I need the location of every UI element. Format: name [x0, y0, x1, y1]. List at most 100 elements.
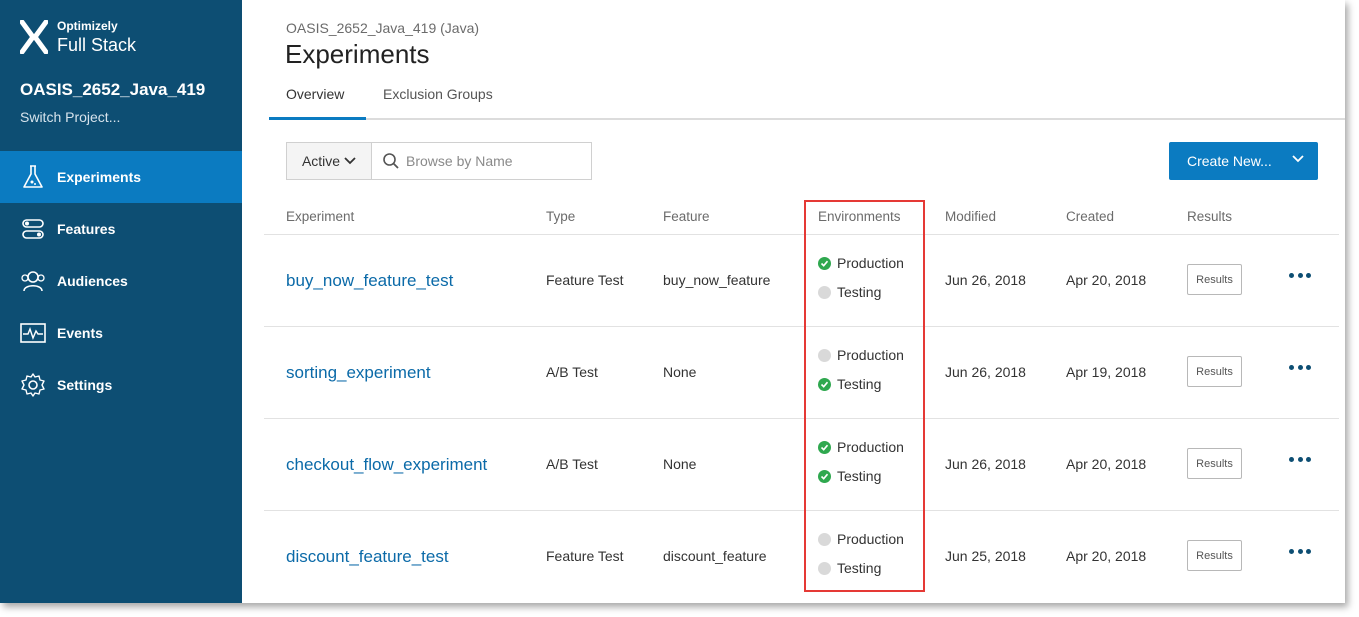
brand-logo[interactable]: Optimizely Full Stack [20, 20, 136, 54]
sidebar-item-audiences[interactable]: Audiences [0, 255, 242, 307]
project-name: OASIS_2652_Java_419 [20, 80, 206, 99]
experiment-feature: discount_feature [663, 548, 767, 564]
created-date: Apr 20, 2018 [1066, 548, 1147, 564]
column-header-experiment[interactable]: Experiment [286, 209, 354, 224]
experiment-name-link[interactable]: buy_now_feature_test [286, 271, 453, 291]
results-button[interactable]: Results [1187, 448, 1242, 479]
column-header-modified[interactable]: Modified [945, 209, 996, 224]
search-box [372, 142, 592, 180]
app-window: Optimizely Full Stack OASIS_2652_Java_41… [0, 0, 1345, 603]
modified-date: Jun 26, 2018 [945, 272, 1026, 288]
experiment-name-link[interactable]: checkout_flow_experiment [286, 455, 487, 475]
gear-icon [19, 372, 46, 399]
optimizely-logo-icon [20, 20, 48, 54]
check-circle-icon [818, 256, 831, 270]
sidebar-item-label: Experiments [57, 169, 142, 185]
status-filter-dropdown[interactable]: Active [286, 142, 372, 180]
table-row: checkout_flow_experiment A/B Test None P… [264, 419, 1339, 511]
page-title: Experiments [285, 39, 430, 69]
sidebar-item-settings[interactable]: Settings [0, 359, 242, 411]
column-header-type[interactable]: Type [546, 209, 575, 224]
created-date: Apr 20, 2018 [1066, 456, 1147, 472]
create-new-label: Create New... [1187, 153, 1272, 169]
experiment-name-link[interactable]: sorting_experiment [286, 363, 431, 383]
environment-label: Production [837, 531, 904, 547]
experiment-type: Feature Test [546, 272, 624, 288]
experiment-type: A/B Test [546, 456, 598, 472]
environment-status: Testing [818, 284, 881, 300]
tab-bar: Overview Exclusion Groups [269, 80, 1345, 120]
inactive-dot-icon [818, 348, 831, 362]
chevron-down-icon [344, 157, 356, 165]
table-header: Experiment Type Feature Environments Mod… [264, 200, 1339, 235]
sidebar: Optimizely Full Stack OASIS_2652_Java_41… [0, 0, 242, 603]
more-options-icon[interactable] [1289, 360, 1311, 374]
created-date: Apr 20, 2018 [1066, 272, 1147, 288]
column-header-results: Results [1187, 209, 1233, 224]
results-button[interactable]: Results [1187, 356, 1242, 387]
table-row: discount_feature_test Feature Test disco… [264, 511, 1339, 603]
experiment-feature: buy_now_feature [663, 272, 771, 288]
experiment-feature: None [663, 456, 697, 472]
column-header-environments[interactable]: Environments [818, 209, 901, 224]
experiment-name-link[interactable]: discount_feature_test [286, 547, 449, 567]
brand-small-label: Optimizely [57, 19, 118, 33]
inactive-dot-icon [818, 532, 831, 546]
tab-exclusion-groups[interactable]: Exclusion Groups [383, 86, 493, 102]
environment-status: Testing [818, 560, 881, 576]
status-filter-label: Active [301, 153, 341, 169]
modified-date: Jun 26, 2018 [945, 364, 1026, 380]
environment-status: Production [818, 255, 904, 271]
search-input[interactable] [406, 153, 576, 169]
check-circle-icon [818, 377, 831, 391]
sidebar-item-events[interactable]: Events [0, 307, 242, 359]
tab-overview[interactable]: Overview [286, 86, 344, 102]
more-options-icon[interactable] [1289, 268, 1311, 282]
inactive-dot-icon [818, 561, 831, 575]
environment-label: Testing [837, 560, 882, 576]
chevron-down-icon [1292, 155, 1304, 163]
environment-label: Testing [837, 468, 882, 484]
switch-project-link[interactable]: Switch Project... [20, 109, 120, 125]
environment-status: Production [818, 439, 904, 455]
modified-date: Jun 26, 2018 [945, 456, 1026, 472]
sidebar-nav: Experiments Features Audiences Events Se… [0, 151, 242, 411]
environment-label: Testing [837, 376, 882, 392]
search-icon [383, 153, 399, 169]
environment-label: Production [837, 255, 904, 271]
more-options-icon[interactable] [1289, 544, 1311, 558]
table-row: buy_now_feature_test Feature Test buy_no… [264, 235, 1339, 327]
people-icon [19, 268, 46, 295]
sidebar-item-label: Features [57, 221, 116, 237]
environment-label: Production [837, 347, 904, 363]
environment-label: Testing [837, 284, 882, 300]
environment-status: Testing [818, 376, 881, 392]
experiment-feature: None [663, 364, 697, 380]
table-row: sorting_experiment A/B Test None Product… [264, 327, 1339, 419]
more-options-icon[interactable] [1289, 452, 1311, 466]
sidebar-item-features[interactable]: Features [0, 203, 242, 255]
breadcrumb: OASIS_2652_Java_419 (Java) [286, 20, 480, 36]
create-new-button[interactable]: Create New... [1169, 142, 1318, 180]
experiment-type: A/B Test [546, 364, 598, 380]
column-header-created[interactable]: Created [1066, 209, 1114, 224]
results-button[interactable]: Results [1187, 540, 1242, 571]
sidebar-item-label: Audiences [57, 273, 128, 289]
pulse-icon [19, 320, 46, 347]
environment-status: Production [818, 531, 904, 547]
experiment-type: Feature Test [546, 548, 624, 564]
modified-date: Jun 25, 2018 [945, 548, 1026, 564]
results-button[interactable]: Results [1187, 264, 1242, 295]
environment-status: Testing [818, 468, 881, 484]
sidebar-item-experiments[interactable]: Experiments [0, 151, 242, 203]
toggle-icon [19, 216, 46, 243]
flask-icon [19, 164, 46, 191]
sidebar-item-label: Events [57, 325, 103, 341]
inactive-dot-icon [818, 285, 831, 299]
active-tab-indicator [269, 117, 366, 120]
sidebar-item-label: Settings [57, 377, 113, 393]
created-date: Apr 19, 2018 [1066, 364, 1147, 380]
environment-status: Production [818, 347, 904, 363]
check-circle-icon [818, 440, 831, 454]
column-header-feature[interactable]: Feature [663, 209, 710, 224]
